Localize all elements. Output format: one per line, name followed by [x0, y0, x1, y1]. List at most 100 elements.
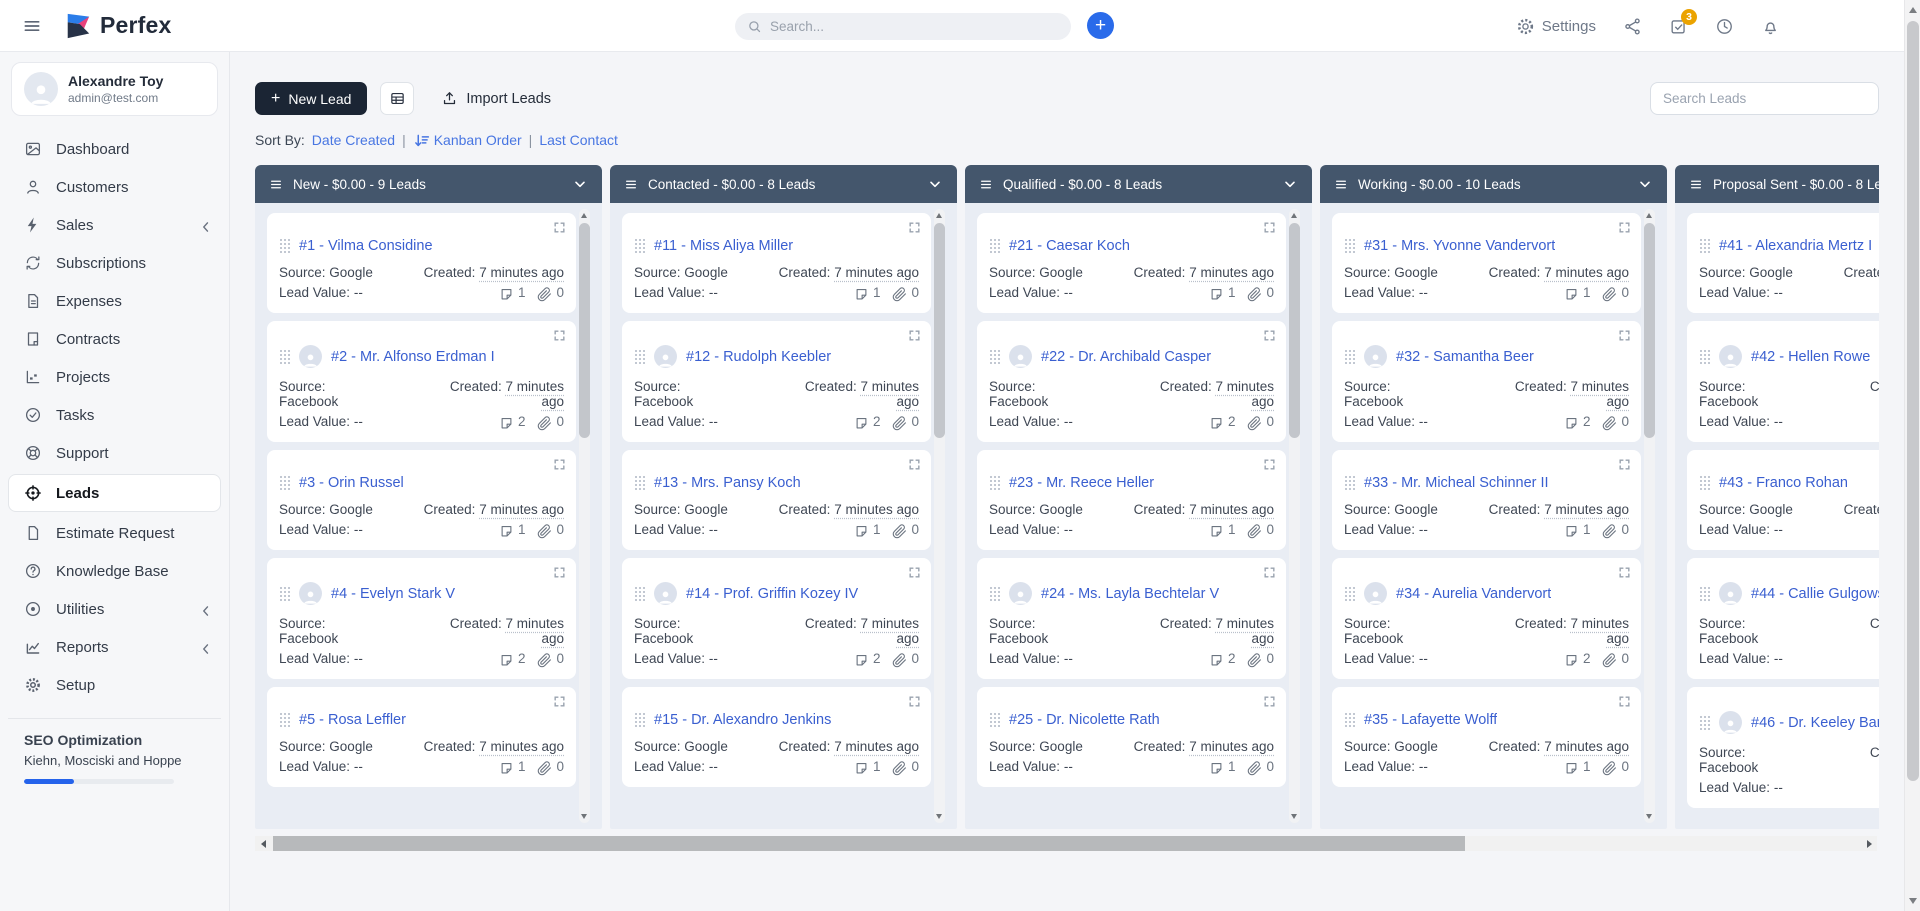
- lead-card[interactable]: #12 - Rudolph Keebler Source: Facebook C…: [622, 321, 931, 442]
- column-scroll-thumb[interactable]: [579, 223, 590, 438]
- sidebar-item-customers[interactable]: Customers: [0, 168, 229, 206]
- expand-icon[interactable]: [908, 695, 921, 708]
- column-scroll-thumb[interactable]: [1289, 223, 1300, 438]
- attachments-count[interactable]: 0: [537, 414, 564, 429]
- lead-card[interactable]: #41 - Alexandria Mertz I Source: Google …: [1687, 213, 1879, 313]
- lead-card[interactable]: #13 - Mrs. Pansy Koch Source: Google Cre…: [622, 450, 931, 550]
- tasks-check-icon[interactable]: 3: [1669, 17, 1688, 36]
- lead-card[interactable]: #2 - Mr. Alfonso Erdman I Source: Facebo…: [267, 321, 576, 442]
- expand-icon[interactable]: [908, 458, 921, 471]
- sidebar-item-dashboard[interactable]: Dashboard: [0, 130, 229, 168]
- table-view-button[interactable]: [380, 82, 414, 115]
- lead-card[interactable]: #35 - Lafayette Wolff Source: Google Cre…: [1332, 687, 1641, 787]
- attachments-count[interactable]: 0: [1247, 651, 1274, 666]
- attachments-count[interactable]: 0: [1602, 651, 1629, 666]
- sort-option-date-created[interactable]: Date Created: [312, 132, 395, 148]
- brand-logo[interactable]: Perfex: [64, 12, 172, 40]
- drag-handle[interactable]: [1344, 474, 1355, 491]
- drag-handle[interactable]: [1344, 348, 1355, 365]
- lead-title-link[interactable]: #35 - Lafayette Wolff: [1364, 712, 1497, 728]
- lead-card[interactable]: #46 - Dr. Keeley Bartell Source: Faceboo…: [1687, 687, 1879, 808]
- lead-title-link[interactable]: #4 - Evelyn Stark V: [331, 586, 455, 602]
- sidebar-item-expenses[interactable]: Expenses: [0, 282, 229, 320]
- lead-title-link[interactable]: #3 - Orin Russel: [299, 475, 404, 491]
- search-leads-input[interactable]: [1650, 82, 1879, 115]
- column-scroll-up-arrow[interactable]: [581, 213, 587, 218]
- drag-handle[interactable]: [279, 474, 290, 491]
- lead-title-link[interactable]: #33 - Mr. Micheal Schinner II: [1364, 475, 1549, 491]
- lead-card[interactable]: #42 - Hellen Rowe Source: Facebook Creat…: [1687, 321, 1879, 442]
- drag-handle[interactable]: [989, 711, 1000, 728]
- page-scrollbar[interactable]: [1904, 0, 1920, 911]
- lead-card[interactable]: #11 - Miss Aliya Miller Source: Google C…: [622, 213, 931, 313]
- drag-handle[interactable]: [634, 237, 645, 254]
- notes-count[interactable]: 2: [1209, 651, 1236, 666]
- scroll-up-arrow[interactable]: [1909, 7, 1917, 13]
- notes-count[interactable]: 1: [1564, 285, 1591, 300]
- drag-handle[interactable]: [279, 237, 290, 254]
- drag-handle[interactable]: [279, 711, 290, 728]
- clock-icon[interactable]: [1715, 17, 1734, 36]
- scroll-left-arrow[interactable]: [255, 836, 271, 851]
- attachments-count[interactable]: 0: [892, 759, 919, 774]
- column-scroll-up-arrow[interactable]: [1291, 213, 1297, 218]
- drag-handle[interactable]: [1699, 714, 1710, 731]
- attachments-count[interactable]: 0: [537, 651, 564, 666]
- lead-title-link[interactable]: #15 - Dr. Alexandro Jenkins: [654, 712, 831, 728]
- drag-handle[interactable]: [989, 348, 1000, 365]
- attachments-count[interactable]: 0: [1247, 414, 1274, 429]
- expand-icon[interactable]: [1618, 695, 1631, 708]
- drag-handle[interactable]: [989, 474, 1000, 491]
- notes-count[interactable]: 1: [499, 522, 526, 537]
- drag-handle[interactable]: [1344, 585, 1355, 602]
- expand-icon[interactable]: [1618, 458, 1631, 471]
- lead-title-link[interactable]: #2 - Mr. Alfonso Erdman I: [331, 349, 495, 365]
- scroll-right-arrow[interactable]: [1861, 836, 1877, 851]
- sort-option-last-contact[interactable]: Last Contact: [539, 132, 618, 148]
- attachments-count[interactable]: 0: [1602, 414, 1629, 429]
- drag-handle[interactable]: [1344, 237, 1355, 254]
- column-scrollbar[interactable]: [1644, 209, 1655, 823]
- column-scrollbar[interactable]: [1289, 209, 1300, 823]
- sidebar-item-tasks[interactable]: Tasks: [0, 396, 229, 434]
- notes-count[interactable]: 2: [1564, 651, 1591, 666]
- project-summary[interactable]: SEO Optimization Kiehn, Mosciski and Hop…: [0, 732, 229, 784]
- drag-handle[interactable]: [1699, 237, 1710, 254]
- sidebar-item-projects[interactable]: Projects: [0, 358, 229, 396]
- notes-count[interactable]: 1: [499, 759, 526, 774]
- expand-icon[interactable]: [908, 221, 921, 234]
- expand-icon[interactable]: [908, 329, 921, 342]
- kanban-column-header[interactable]: Contacted - $0.00 - 8 Leads: [610, 165, 957, 203]
- column-scroll-down-arrow[interactable]: [1291, 814, 1297, 819]
- share-icon[interactable]: [1623, 17, 1642, 36]
- lead-card[interactable]: #15 - Dr. Alexandro Jenkins Source: Goog…: [622, 687, 931, 787]
- lead-title-link[interactable]: #1 - Vilma Considine: [299, 238, 433, 254]
- drag-handle[interactable]: [1699, 585, 1710, 602]
- kanban-column-header[interactable]: Qualified - $0.00 - 8 Leads: [965, 165, 1312, 203]
- drag-handle[interactable]: [1699, 474, 1710, 491]
- lead-title-link[interactable]: #46 - Dr. Keeley Bartell: [1751, 715, 1879, 731]
- sidebar-item-reports[interactable]: Reports: [0, 628, 229, 666]
- expand-icon[interactable]: [553, 221, 566, 234]
- lead-card[interactable]: #1 - Vilma Considine Source: Google Crea…: [267, 213, 576, 313]
- lead-card[interactable]: #5 - Rosa Leffler Source: Google Created…: [267, 687, 576, 787]
- attachments-count[interactable]: 0: [1602, 522, 1629, 537]
- kanban-column-header[interactable]: New - $0.00 - 9 Leads: [255, 165, 602, 203]
- expand-icon[interactable]: [1618, 221, 1631, 234]
- chevron-down-icon[interactable]: [927, 176, 943, 192]
- sidebar-toggle-icon[interactable]: [22, 16, 42, 36]
- sidebar-item-setup[interactable]: Setup: [0, 666, 229, 704]
- settings-button[interactable]: Settings: [1516, 17, 1596, 36]
- notes-count[interactable]: 1: [499, 285, 526, 300]
- expand-icon[interactable]: [1263, 566, 1276, 579]
- new-lead-button[interactable]: + New Lead: [255, 82, 367, 115]
- drag-handle[interactable]: [279, 348, 290, 365]
- notes-count[interactable]: 2: [1209, 414, 1236, 429]
- expand-icon[interactable]: [1618, 566, 1631, 579]
- column-scrollbar[interactable]: [934, 209, 945, 823]
- column-scroll-thumb[interactable]: [1644, 223, 1655, 438]
- chevron-down-icon[interactable]: [572, 176, 588, 192]
- expand-icon[interactable]: [1263, 221, 1276, 234]
- drag-handle[interactable]: [634, 348, 645, 365]
- notes-count[interactable]: 1: [854, 522, 881, 537]
